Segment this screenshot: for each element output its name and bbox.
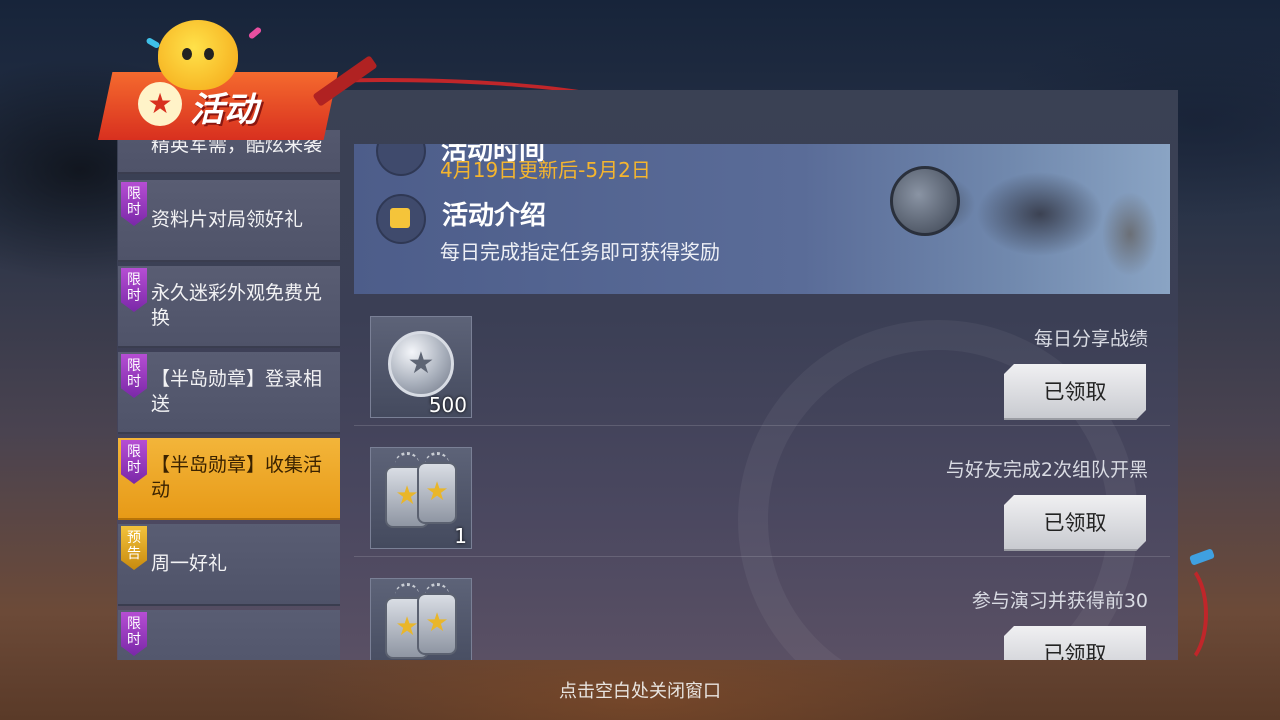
claimed-button[interactable]: 已领取 <box>1004 626 1146 660</box>
reward-count: 1 <box>454 524 467 548</box>
limited-badge: 限时 <box>121 354 147 398</box>
mascot-eye <box>182 48 192 60</box>
reward-item[interactable]: ★ ★ 1 <box>370 447 472 549</box>
limited-badge: 限时 <box>121 440 147 484</box>
shield-artwork <box>890 166 960 236</box>
sidebar-item-label: 【半岛勋章】收集活动 <box>151 454 323 501</box>
star-logo-icon: ★ <box>138 82 182 126</box>
sidebar-item-camo-exchange[interactable]: 限时 永久迷彩外观免费兑换 <box>118 266 340 348</box>
task-row: ★ 500 每日分享战绩 已领取 <box>354 294 1170 426</box>
task-description: 参与演习并获得前30 <box>971 590 1148 612</box>
task-row: ★ ★ 1 与好友完成2次组队开黑 已领取 <box>354 425 1170 557</box>
task-description: 与好友完成2次组队开黑 <box>945 459 1148 481</box>
activity-dialog: 精英军需，酷炫来袭 限时 资料片对局领好礼 限时 永久迷彩外观免费兑换 限时 【… <box>117 90 1178 660</box>
sidebar-item-medal-login[interactable]: 限时 【半岛勋章】登录相送 <box>118 352 340 434</box>
task-description: 每日分享战绩 <box>1033 328 1148 350</box>
sidebar-item-label: 资料片对局领好礼 <box>151 208 304 231</box>
preview-badge: 预告 <box>121 526 147 570</box>
dog-tag-icon: ★ <box>417 462 457 524</box>
clock-icon <box>376 144 426 176</box>
gift-bag-icon <box>376 194 426 244</box>
activity-logo: ★ 活动 <box>98 20 378 150</box>
activity-sidebar[interactable]: 精英军需，酷炫来袭 限时 资料片对局领好礼 限时 永久迷彩外观免费兑换 限时 【… <box>117 130 341 660</box>
intro-description: 每日完成指定任务即可获得奖励 <box>440 240 720 264</box>
sidebar-item-expansion-gift[interactable]: 限时 资料片对局领好礼 <box>118 180 340 262</box>
activity-banner: 活动时间 4月19日更新后-5月2日 活动介绍 每日完成指定任务即可获得奖励 <box>354 144 1170 294</box>
sidebar-item-label: 永久迷彩外观免费兑换 <box>151 282 323 329</box>
chicken-mascot-icon <box>158 20 238 90</box>
silver-coin-icon: ★ <box>388 331 454 397</box>
claimed-button[interactable]: 已领取 <box>1004 364 1146 420</box>
sidebar-item-monday-gift[interactable]: 预告 周一好礼 <box>118 524 340 606</box>
sidebar-item-label: 周一好礼 <box>151 552 228 575</box>
close-hint[interactable]: 点击空白处关闭窗口 <box>0 677 1280 703</box>
reward-item[interactable]: ★ 500 <box>370 316 472 418</box>
limited-badge: 限时 <box>121 268 147 312</box>
sidebar-item-next[interactable]: 限时 <box>118 610 340 660</box>
dog-tag-icon: ★ <box>417 593 457 655</box>
logo-title: 活动 <box>190 90 258 130</box>
intro-title: 活动介绍 <box>442 201 547 231</box>
mascot-eye <box>204 48 214 60</box>
task-row: ★ ★ 参与演习并获得前30 已领取 <box>354 556 1170 660</box>
reward-count: 500 <box>428 393 467 417</box>
limited-badge: 限时 <box>121 612 147 656</box>
sidebar-item-label: 【半岛勋章】登录相送 <box>151 368 323 415</box>
sidebar-item-medal-collect[interactable]: 限时 【半岛勋章】收集活动 <box>118 438 340 520</box>
reward-item[interactable]: ★ ★ <box>370 578 472 660</box>
limited-badge: 限时 <box>121 182 147 226</box>
activity-date: 4月19日更新后-5月2日 <box>440 158 651 182</box>
claimed-button[interactable]: 已领取 <box>1004 495 1146 551</box>
